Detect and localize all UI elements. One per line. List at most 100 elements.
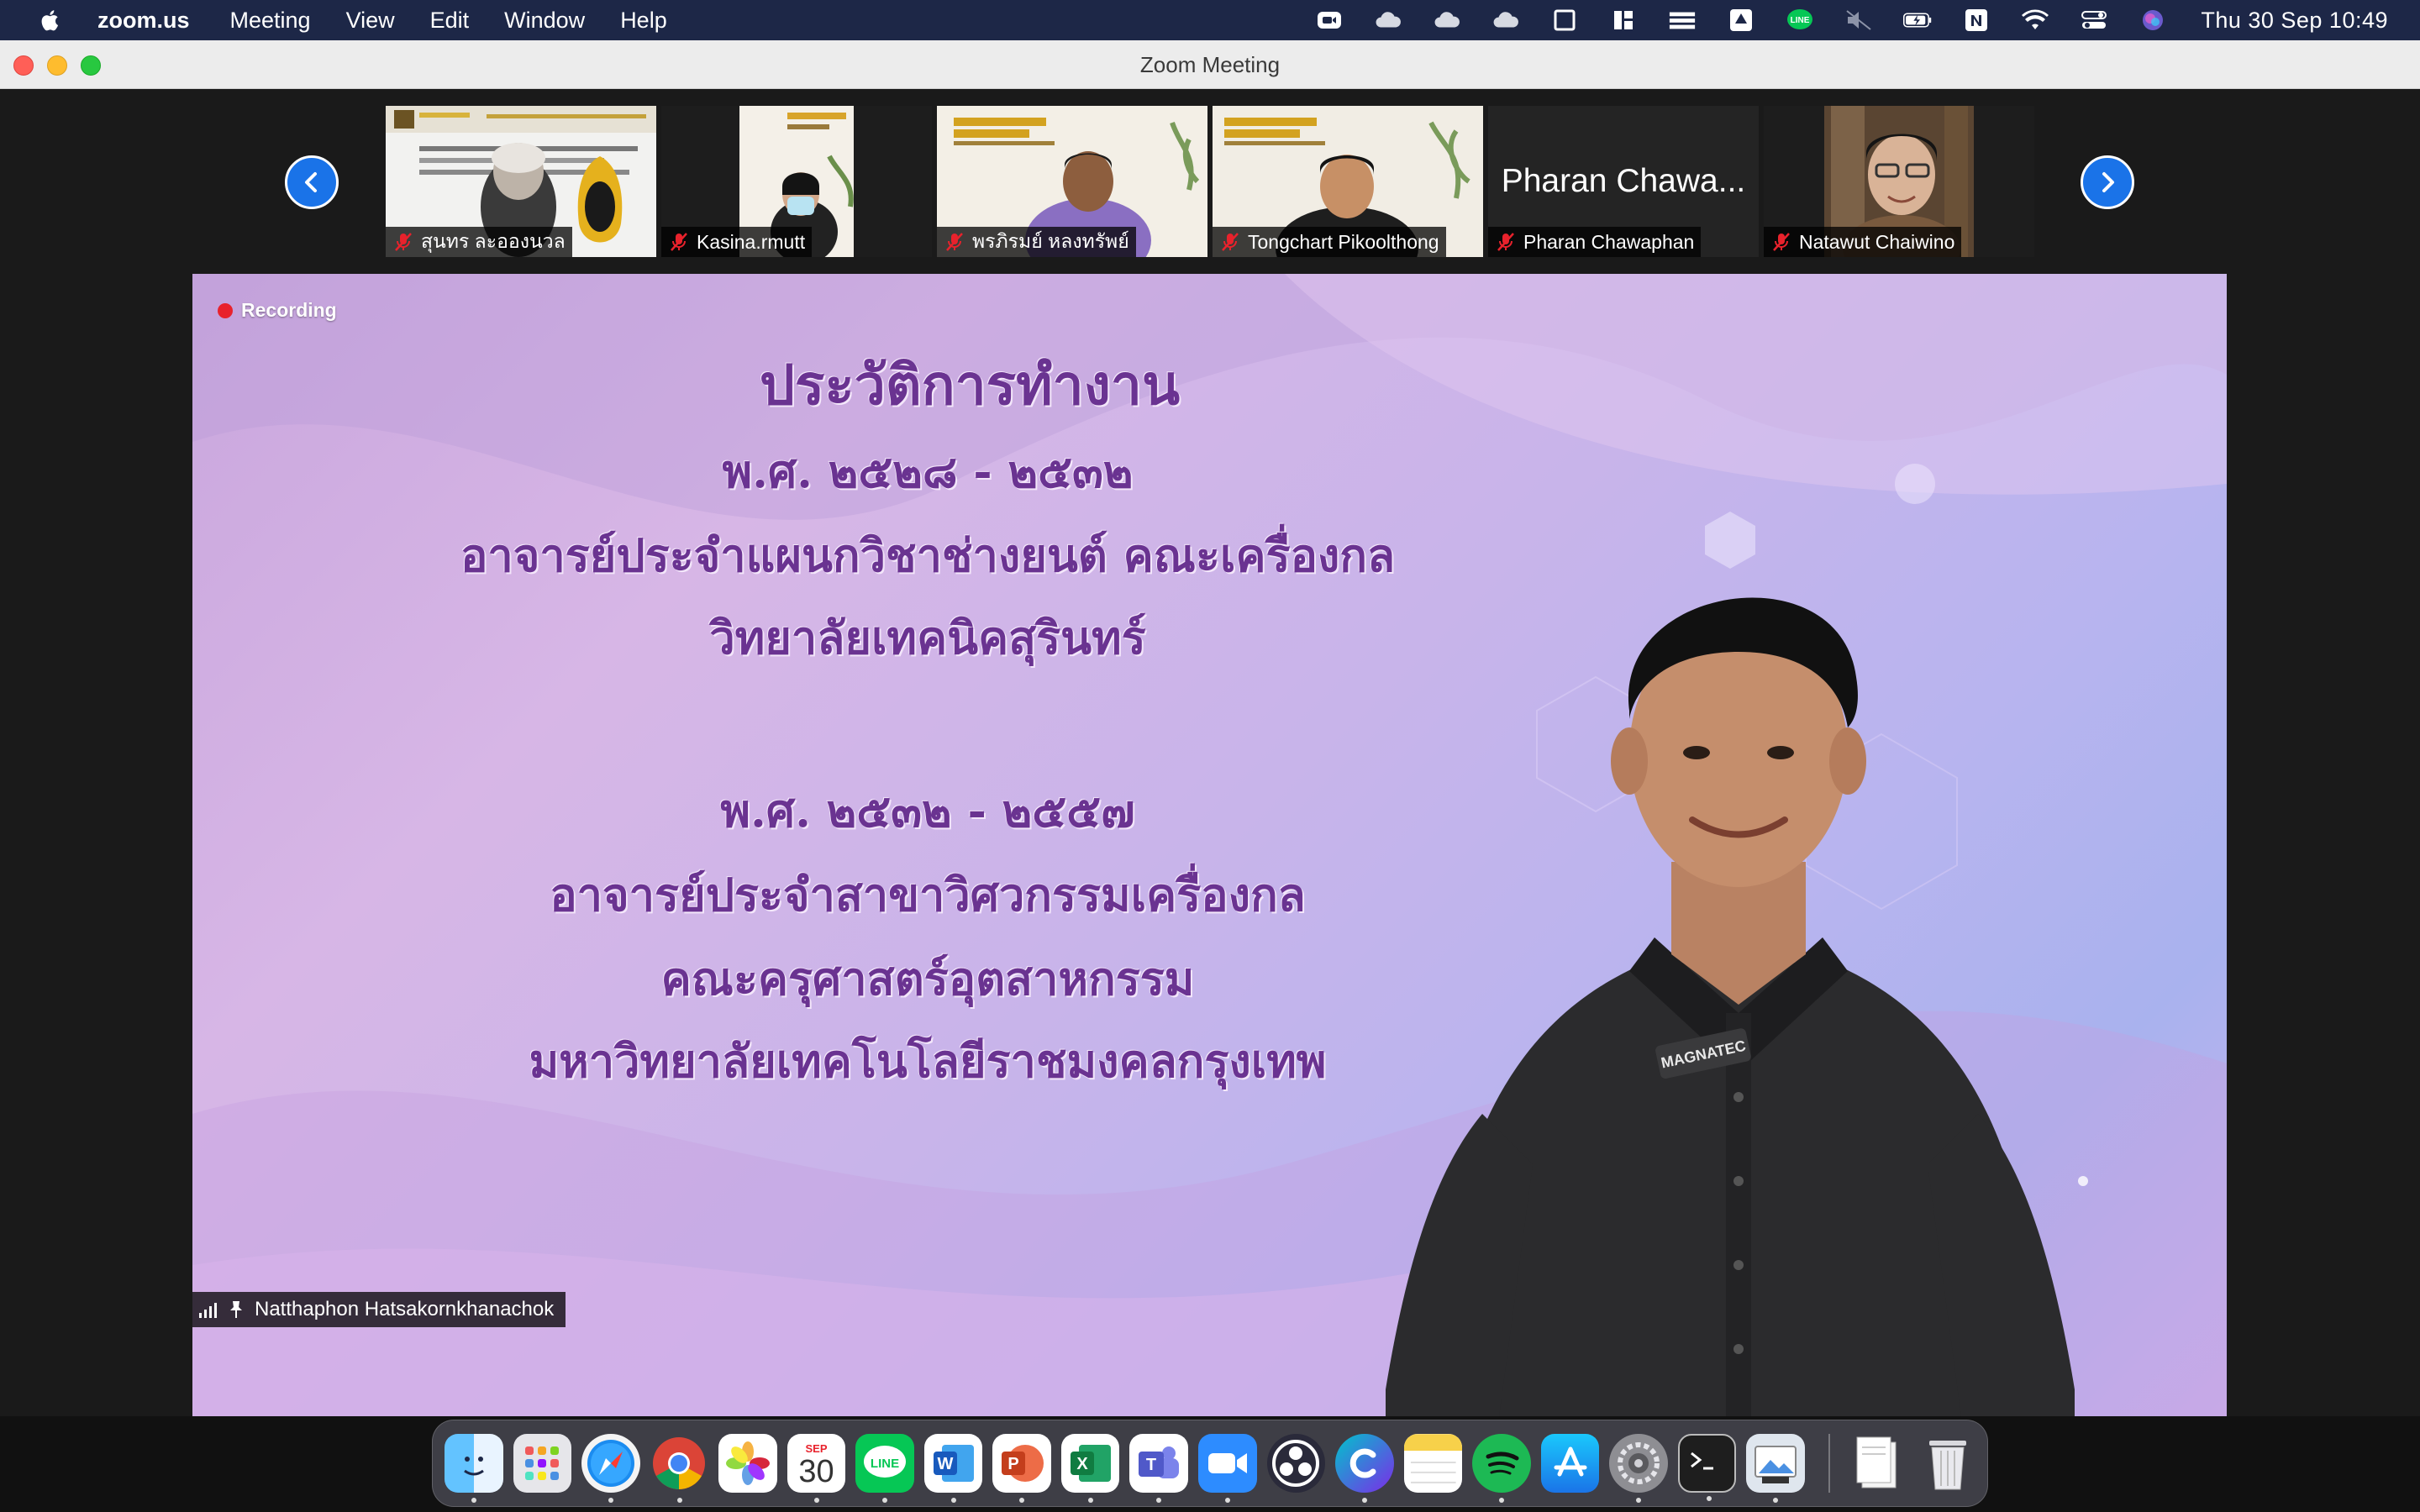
powerpoint-icon[interactable]: P xyxy=(992,1434,1051,1503)
system-preferences-icon[interactable] xyxy=(1609,1434,1668,1503)
wifi-icon[interactable] xyxy=(2021,9,2049,31)
window-titlebar: Zoom Meeting xyxy=(0,40,2420,89)
apple-icon[interactable] xyxy=(37,7,62,34)
participant-tile[interactable]: Natawut Chaiwino xyxy=(1764,106,2034,257)
menu-view[interactable]: View xyxy=(346,8,395,34)
participant-name-tag: Natawut Chaiwino xyxy=(1764,227,1962,257)
presenter-photo: MAGNATEC xyxy=(1386,597,2075,1416)
running-indicator xyxy=(1773,1498,1779,1503)
microphone-muted-icon xyxy=(1222,233,1239,251)
participant-name: Kasina.rmutt xyxy=(697,230,806,253)
running-indicator xyxy=(882,1498,888,1503)
preview-icon[interactable] xyxy=(1746,1434,1805,1503)
participant-tile[interactable]: Tongchart Pikoolthong xyxy=(1213,106,1483,257)
calendar-day: 30 xyxy=(798,1453,834,1489)
microphone-muted-icon xyxy=(395,233,412,251)
dock-separator xyxy=(1828,1434,1830,1493)
microphone-muted-icon xyxy=(1497,233,1514,251)
recording-indicator[interactable]: Recording xyxy=(218,299,337,322)
menu-meeting[interactable]: Meeting xyxy=(230,8,311,34)
launchpad-icon[interactable] xyxy=(513,1434,572,1493)
participant-tile[interactable]: Pharan Chawa... Pharan Chawaphan xyxy=(1488,106,1759,257)
control-center-icon[interactable] xyxy=(2080,9,2108,31)
teams-icon[interactable]: T xyxy=(1129,1434,1189,1503)
status-area: LINE Thu 30 Sep 10:49 xyxy=(1285,0,2388,40)
connection-signal-icon xyxy=(199,1303,217,1318)
finder-icon[interactable] xyxy=(445,1434,503,1503)
next-participants-button[interactable] xyxy=(2081,155,2134,209)
trash-icon[interactable] xyxy=(1919,1434,1978,1493)
obs-icon[interactable] xyxy=(1266,1434,1326,1493)
calendar-month: SEP xyxy=(805,1441,828,1455)
excel-icon[interactable]: X xyxy=(1060,1434,1120,1503)
documents-stack-icon[interactable] xyxy=(1850,1434,1909,1493)
mute-speaker-icon[interactable] xyxy=(1844,9,1873,31)
participant-tile[interactable]: Kasina.rmutt xyxy=(661,106,932,257)
svg-text:P: P xyxy=(1007,1455,1018,1473)
participant-name: พรภิรมย์ หลงทรัพย์ xyxy=(972,230,1129,252)
window-title: Zoom Meeting xyxy=(1139,52,1281,77)
drive-icon[interactable] xyxy=(1727,9,1755,31)
window-icon[interactable] xyxy=(1550,9,1579,31)
menubar: zoom.us Meeting View Edit Window Help LI… xyxy=(0,0,2420,40)
cloud-icon[interactable] xyxy=(1491,9,1520,31)
running-indicator xyxy=(1225,1498,1231,1503)
menubar-clock[interactable]: Thu 30 Sep 10:49 xyxy=(2201,8,2388,34)
participant-name-tag: สุนทร ละอองนวล xyxy=(386,227,572,257)
menu-window[interactable]: Window xyxy=(504,8,585,34)
svg-text:T: T xyxy=(1146,1456,1156,1474)
menu-edit[interactable]: Edit xyxy=(430,8,470,34)
participant-name-tag: พรภิรมย์ หลงทรัพย์ xyxy=(937,227,1136,257)
zoom-icon[interactable] xyxy=(1315,9,1344,31)
participant-name: สุนทร ละอองนวล xyxy=(421,230,566,252)
cloud-icon[interactable] xyxy=(1433,9,1461,31)
participant-tile[interactable]: พรภิรมย์ หลงทรัพย์ xyxy=(937,106,1207,257)
photos-icon[interactable] xyxy=(718,1434,777,1493)
layout-icon[interactable] xyxy=(1609,9,1638,31)
running-indicator xyxy=(1499,1498,1505,1503)
cloud-icon[interactable] xyxy=(1374,9,1402,31)
participant-name-tag: Tongchart Pikoolthong xyxy=(1213,227,1446,257)
menu-app-name[interactable]: zoom.us xyxy=(97,8,190,34)
active-speaker-name: Natthaphon Hatsakornkhanachok xyxy=(255,1298,555,1320)
participant-name: Tongchart Pikoolthong xyxy=(1248,230,1439,253)
calendar-icon[interactable]: SEP 30 xyxy=(786,1434,846,1503)
running-indicator xyxy=(608,1498,614,1503)
zoom-app-icon[interactable] xyxy=(1198,1434,1257,1503)
spotify-icon[interactable] xyxy=(1472,1434,1531,1503)
svg-text:W: W xyxy=(937,1455,953,1473)
running-indicator xyxy=(1636,1498,1642,1503)
battery-icon[interactable] xyxy=(1903,9,1932,31)
svg-text:X: X xyxy=(1076,1455,1088,1473)
safari-icon[interactable] xyxy=(581,1434,640,1503)
running-indicator xyxy=(1362,1498,1368,1503)
line-icon[interactable]: LINE xyxy=(1786,9,1814,31)
slide-period-1-years: พ.ศ. ๒๕๒๘ - ๒๕๓๒ xyxy=(722,444,1134,498)
word-icon[interactable]: W xyxy=(923,1434,983,1503)
notes-icon[interactable] xyxy=(1403,1434,1463,1493)
pin-icon xyxy=(230,1301,242,1318)
participant-name: Pharan Chawaphan xyxy=(1523,230,1695,253)
menu-help[interactable]: Help xyxy=(620,8,667,34)
running-indicator xyxy=(1706,1496,1712,1501)
line-app-icon[interactable]: LINE xyxy=(855,1434,914,1503)
participant-display-name: Pharan Chawa... xyxy=(1501,163,1746,199)
recording-label: Recording xyxy=(241,299,337,321)
running-indicator xyxy=(950,1498,956,1503)
participant-tile[interactable]: สุนทร ละอองนวล xyxy=(386,106,656,257)
notion-icon[interactable] xyxy=(1962,9,1991,31)
canva-icon[interactable] xyxy=(1335,1434,1394,1503)
running-indicator xyxy=(676,1498,682,1503)
running-indicator xyxy=(1087,1498,1093,1503)
stack-icon[interactable] xyxy=(1668,9,1697,31)
siri-icon[interactable] xyxy=(2139,9,2167,31)
participant-name: Natawut Chaiwino xyxy=(1799,230,1955,253)
dock: SEP 30 LINE W P X T xyxy=(432,1420,1988,1507)
app-store-icon[interactable] xyxy=(1540,1434,1600,1493)
participant-name-tag: Pharan Chawaphan xyxy=(1488,227,1702,257)
meeting-area: สุนทร ละอองนวล Kasina.rmutt พรภิรมย์ หลง… xyxy=(0,89,2420,1416)
chrome-icon[interactable] xyxy=(650,1434,709,1503)
running-indicator xyxy=(813,1498,819,1503)
previous-participants-button[interactable] xyxy=(285,155,339,209)
terminal-icon[interactable] xyxy=(1677,1434,1737,1501)
